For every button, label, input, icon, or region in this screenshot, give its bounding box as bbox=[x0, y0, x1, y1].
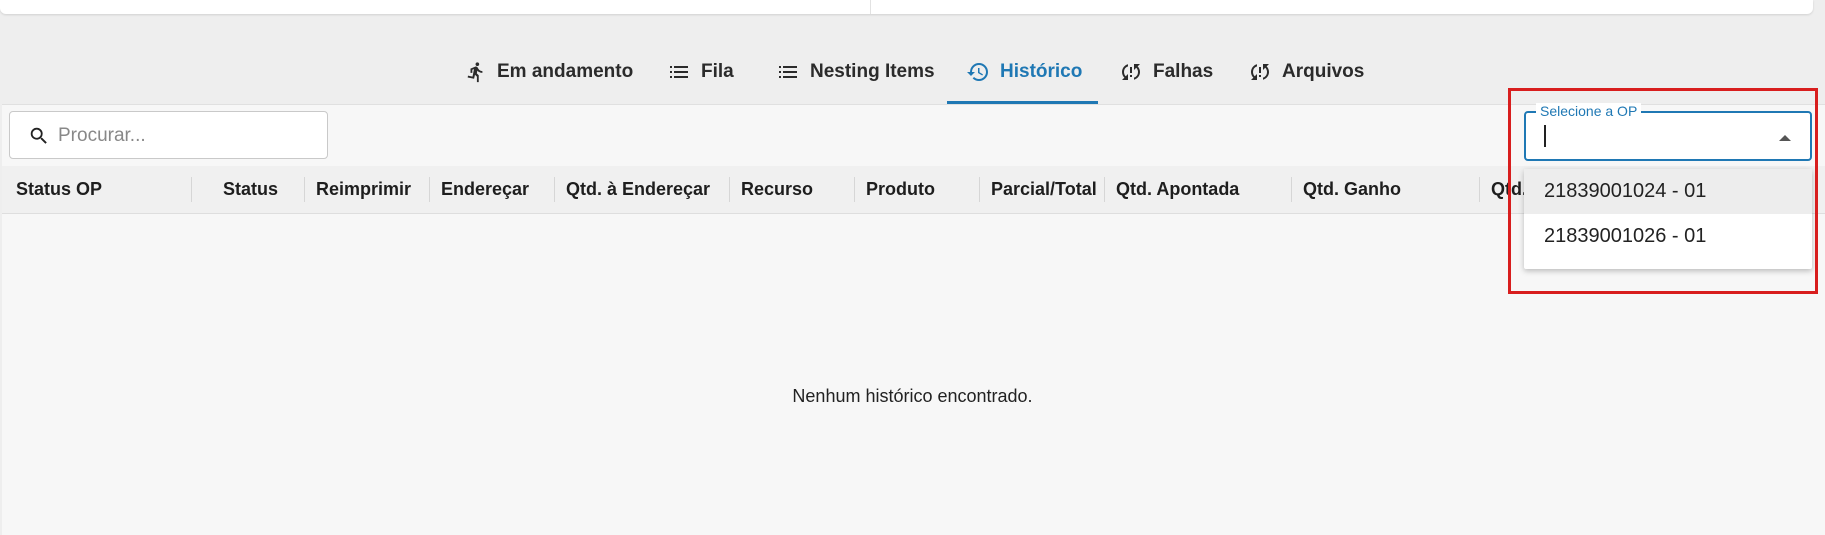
column-separator bbox=[429, 177, 430, 202]
column-header-recurso[interactable]: Recurso bbox=[741, 166, 851, 213]
column-header-enderecar[interactable]: Endereçar bbox=[441, 166, 551, 213]
column-separator bbox=[1291, 177, 1292, 202]
search-input[interactable] bbox=[56, 122, 320, 150]
column-separator bbox=[1479, 177, 1480, 202]
tab-label: Fila bbox=[701, 61, 734, 82]
column-header-qtd-a-enderecar[interactable]: Qtd. à Endereçar bbox=[566, 166, 731, 213]
column-header-qtd-ganho[interactable]: Qtd. Ganho bbox=[1303, 166, 1473, 213]
tab-fila[interactable]: Fila bbox=[667, 40, 734, 104]
tab-label: Nesting Items bbox=[810, 61, 935, 82]
op-dropdown-list: 21839001024 - 01 21839001026 - 01 bbox=[1524, 169, 1812, 269]
tab-nesting-items[interactable]: Nesting Items bbox=[776, 40, 935, 104]
column-separator bbox=[729, 177, 730, 202]
empty-state-message: Nenhum histórico encontrado. bbox=[792, 386, 1033, 406]
tab-label: Em andamento bbox=[497, 61, 634, 82]
column-header-parcial-total[interactable]: Parcial/Total bbox=[991, 166, 1106, 213]
tab-label: Falhas bbox=[1153, 61, 1214, 82]
column-header-produto[interactable]: Produto bbox=[866, 166, 976, 213]
tab-label: Histórico bbox=[1000, 61, 1083, 82]
top-card-divider bbox=[870, 0, 871, 14]
column-header-reimprimir[interactable]: Reimprimir bbox=[316, 166, 426, 213]
list-icon bbox=[776, 60, 800, 84]
column-separator bbox=[854, 177, 855, 202]
column-separator bbox=[979, 177, 980, 202]
column-header-qtd-apontada[interactable]: Qtd. Apontada bbox=[1116, 166, 1286, 213]
history-icon bbox=[966, 60, 990, 84]
op-select[interactable]: Selecione a OP bbox=[1524, 103, 1812, 161]
sync-problem-icon bbox=[1248, 60, 1272, 84]
op-select-label: Selecione a OP bbox=[1536, 103, 1642, 119]
tab-historico[interactable]: Histórico bbox=[966, 40, 1082, 104]
tab-falhas[interactable]: Falhas bbox=[1119, 40, 1213, 104]
column-header-status-op[interactable]: Status OP bbox=[16, 166, 186, 213]
arrow-up-icon[interactable] bbox=[1778, 130, 1792, 148]
runner-icon bbox=[465, 60, 487, 84]
search-icon bbox=[28, 125, 50, 152]
column-separator bbox=[1104, 177, 1105, 202]
text-cursor bbox=[1544, 125, 1546, 147]
column-header-status[interactable]: Status bbox=[223, 166, 303, 213]
op-option[interactable]: 21839001024 - 01 bbox=[1524, 169, 1812, 214]
list-icon bbox=[667, 60, 691, 84]
sync-problem-icon bbox=[1119, 60, 1143, 84]
tab-em-andamento[interactable]: Em andamento bbox=[465, 40, 633, 104]
column-separator bbox=[191, 177, 192, 202]
top-card bbox=[0, 0, 1813, 14]
tab-bar: Em andamento Fila Nesting Items Históric… bbox=[0, 40, 1825, 104]
tab-arquivos[interactable]: Arquivos bbox=[1248, 40, 1364, 104]
column-separator bbox=[304, 177, 305, 202]
op-option[interactable]: 21839001026 - 01 bbox=[1524, 214, 1812, 259]
tab-label: Arquivos bbox=[1282, 61, 1365, 82]
column-separator bbox=[554, 177, 555, 202]
search-box bbox=[9, 111, 328, 159]
